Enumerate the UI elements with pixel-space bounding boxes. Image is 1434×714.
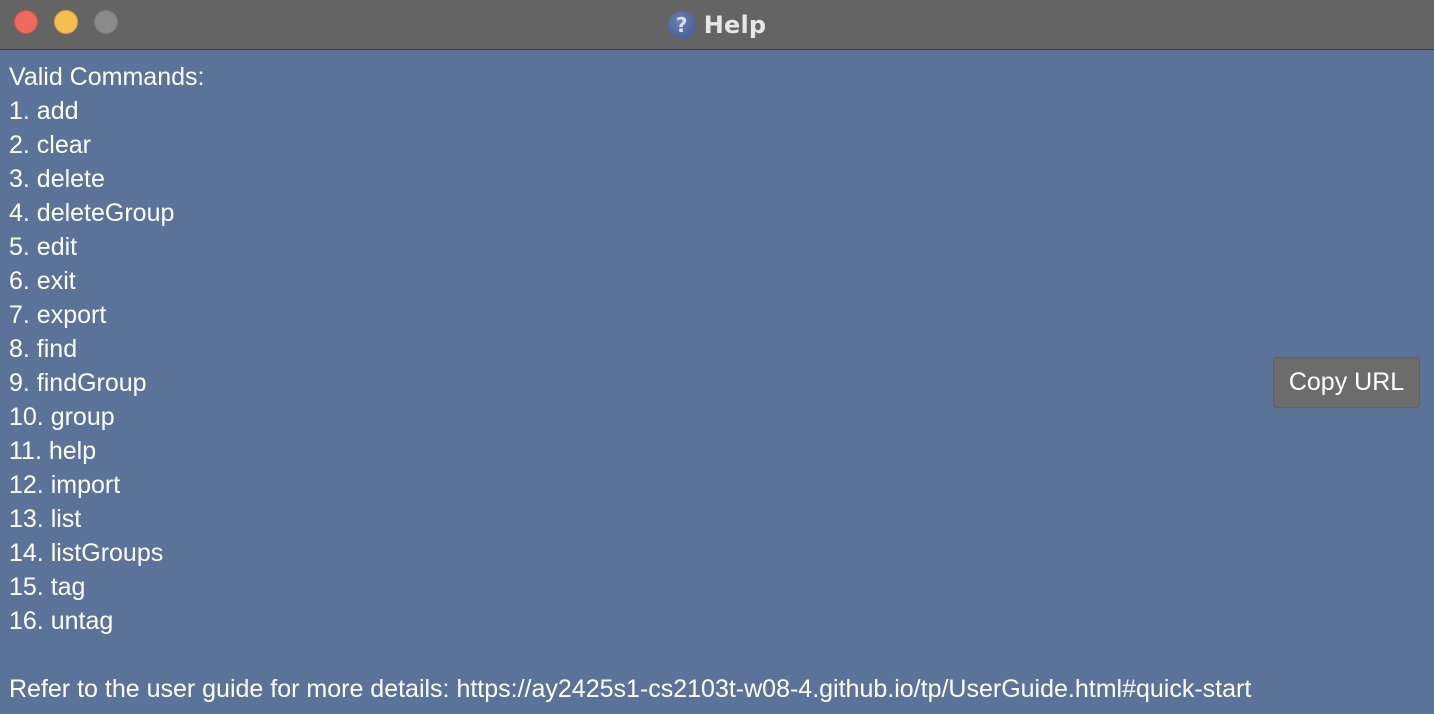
command-item: 4. deleteGroup: [9, 199, 175, 227]
command-item: 16. untag: [9, 607, 114, 635]
command-item: 7. export: [9, 301, 107, 329]
help-content: Valid Commands: 1. add 2. clear 3. delet…: [0, 50, 1434, 714]
title-group: ? Help: [0, 0, 1434, 50]
command-item: 15. tag: [9, 573, 86, 601]
title-bar[interactable]: ? Help: [0, 0, 1434, 50]
command-item: 8. find: [9, 335, 78, 363]
command-item: 10. group: [9, 403, 115, 431]
command-item: 14. listGroups: [9, 539, 164, 567]
command-item: 12. import: [9, 471, 121, 499]
command-item: 13. list: [9, 505, 82, 533]
command-item: 2. clear: [9, 131, 91, 159]
copy-url-button[interactable]: Copy URL: [1273, 357, 1420, 408]
command-item: 6. exit: [9, 267, 76, 295]
command-item: 5. edit: [9, 233, 78, 261]
window-title: Help: [703, 11, 767, 39]
command-item: 3. delete: [9, 165, 105, 193]
command-item: 9. findGroup: [9, 369, 147, 397]
command-item: 1. add: [9, 97, 79, 125]
question-mark-icon: ?: [667, 11, 696, 39]
user-guide-message: Refer to the user guide for more details…: [9, 675, 1252, 703]
help-window: ? Help Valid Commands: 1. add 2. clear 3…: [0, 0, 1434, 714]
command-item: 11. help: [9, 437, 97, 465]
commands-heading: Valid Commands:: [9, 63, 205, 91]
